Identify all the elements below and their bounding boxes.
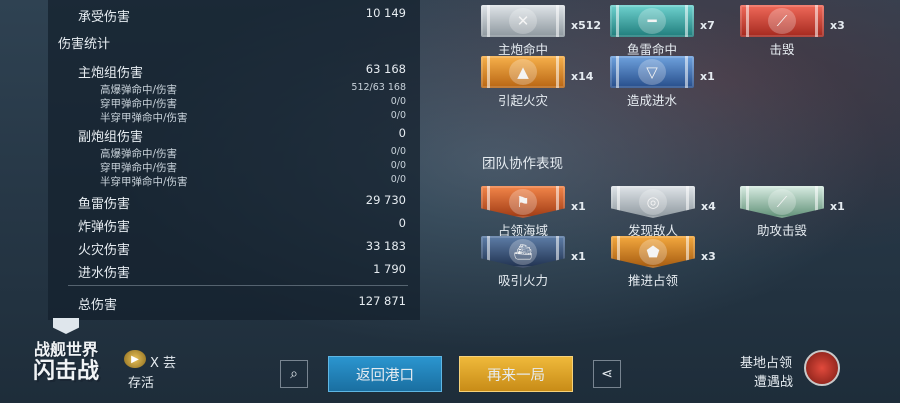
flood-value: 1 790 bbox=[373, 262, 406, 276]
medal-count: x1 bbox=[571, 200, 586, 213]
main-he-row: 高爆弹命中/伤害 512/63 168 bbox=[48, 82, 420, 96]
medal-label: 吸引火力 bbox=[497, 273, 548, 288]
secondary-he-label: 高爆弹命中/伤害 bbox=[100, 148, 178, 160]
share-icon: ⋖ bbox=[601, 366, 613, 382]
logo-line1: 战舰世界 bbox=[33, 340, 98, 359]
fire-label: 火灾伤害 bbox=[78, 243, 131, 258]
medal-label: 造成进水 bbox=[626, 93, 677, 108]
search-button[interactable]: ⌕ bbox=[280, 360, 308, 388]
medal-fire[interactable]: ▲ 引起火灾 x14 bbox=[481, 56, 593, 108]
damage-section-title: 伤害统计 bbox=[58, 37, 111, 52]
player-rank-icon: ▶ bbox=[124, 350, 146, 368]
team-medal-assist[interactable]: ⟋ 助攻击毁 x1 bbox=[740, 186, 845, 238]
fire-row: 火灾伤害 33 183 bbox=[48, 239, 420, 258]
flood-label: 进水伤害 bbox=[78, 266, 131, 281]
secondary-ap-value: 0/0 bbox=[390, 160, 406, 171]
main-ap-row: 穿甲弹命中/伤害 0/0 bbox=[48, 96, 420, 110]
secondary-label: 副炮组伤害 bbox=[78, 130, 144, 145]
logo-emblem-icon bbox=[53, 318, 79, 334]
medal-count: x1 bbox=[571, 250, 586, 263]
medal-label: 推进占领 bbox=[627, 273, 678, 288]
main-battery-row: 主炮组伤害 63 168 bbox=[48, 62, 420, 81]
secondary-value: 0 bbox=[398, 126, 406, 140]
torpedo-value: 29 730 bbox=[365, 193, 406, 207]
main-ap-label: 穿甲弹命中/伤害 bbox=[100, 98, 178, 110]
mode-emblem-icon bbox=[804, 350, 840, 386]
main-ap-value: 0/0 bbox=[390, 96, 406, 107]
received-damage-label: 承受伤害 bbox=[78, 10, 131, 25]
mode-line2: 遭遇战 bbox=[754, 375, 794, 390]
main-sap-value: 0/0 bbox=[390, 110, 406, 121]
medal-torpedo-hit[interactable]: ━ 鱼雷命中 x7 bbox=[610, 5, 715, 57]
medal-flood[interactable]: ▽ 造成进水 x1 bbox=[610, 56, 715, 108]
sinking-ship-icon: ⟋ bbox=[768, 8, 796, 34]
secondary-he-value: 0/0 bbox=[390, 146, 406, 157]
medal-count: x3 bbox=[830, 19, 845, 32]
medal-label: 击毁 bbox=[769, 42, 795, 57]
crossed-shells-icon: ✕ bbox=[509, 8, 537, 34]
main-he-label: 高爆弹命中/伤害 bbox=[100, 84, 178, 96]
main-battery-value: 63 168 bbox=[365, 62, 406, 76]
team-medal-advance-capture[interactable]: ⬟ 推进占领 x3 bbox=[611, 236, 716, 288]
secondary-ap-label: 穿甲弹命中/伤害 bbox=[100, 162, 178, 174]
secondary-sap-label: 半穿甲弹命中/伤害 bbox=[100, 176, 188, 188]
assist-icon: ⟋ bbox=[768, 189, 796, 215]
medal-count: x3 bbox=[701, 250, 716, 263]
flood-icon: ▽ bbox=[638, 59, 666, 85]
main-sap-row: 半穿甲弹命中/伤害 0/0 bbox=[48, 110, 420, 124]
torpedo-icon: ━ bbox=[638, 8, 666, 34]
fire-value: 33 183 bbox=[365, 239, 406, 253]
flag-icon: ⚑ bbox=[509, 189, 537, 215]
search-icon: ⌕ bbox=[290, 366, 298, 382]
medal-label: 引起火灾 bbox=[497, 93, 548, 108]
damage-stats-panel: 承受伤害 10 149 伤害统计 主炮组伤害 63 168 高爆弹命中/伤害 5… bbox=[48, 0, 420, 320]
total-label: 总伤害 bbox=[78, 298, 118, 313]
secondary-sap-row: 半穿甲弹命中/伤害 0/0 bbox=[48, 174, 420, 188]
back-to-port-button[interactable]: 返回港口 bbox=[328, 356, 442, 392]
team-medal-tank[interactable]: ⛴ 吸引火力 x1 bbox=[481, 236, 586, 288]
medal-count: x1 bbox=[830, 200, 845, 213]
total-value: 127 871 bbox=[358, 294, 406, 308]
team-section-title: 团队协作表现 bbox=[482, 156, 563, 172]
ship-icon: ⛴ bbox=[509, 239, 537, 265]
secondary-row: 副炮组伤害 0 bbox=[48, 126, 420, 145]
secondary-sap-value: 0/0 bbox=[390, 174, 406, 185]
bomb-label: 炸弹伤害 bbox=[78, 220, 131, 235]
bomb-value: 0 bbox=[398, 216, 406, 230]
radar-icon: ◎ bbox=[639, 189, 667, 215]
flood-row: 进水伤害 1 790 bbox=[48, 262, 420, 281]
bomb-row: 炸弹伤害 0 bbox=[48, 216, 420, 235]
mode-line1: 基地占领 bbox=[740, 356, 793, 371]
medal-count: x14 bbox=[571, 70, 594, 83]
main-sap-label: 半穿甲弹命中/伤害 bbox=[100, 112, 188, 124]
medal-count: x512 bbox=[571, 19, 602, 32]
capture-icon: ⬟ bbox=[639, 239, 667, 265]
total-divider bbox=[68, 285, 408, 286]
medal-destroyed[interactable]: ⟋ 击毁 x3 bbox=[740, 5, 845, 57]
received-damage-value: 10 149 bbox=[365, 6, 406, 20]
secondary-ap-row: 穿甲弹命中/伤害 0/0 bbox=[48, 160, 420, 174]
medal-label: 助攻击毁 bbox=[756, 223, 807, 238]
medal-count: x7 bbox=[700, 19, 715, 32]
torpedo-row: 鱼雷伤害 29 730 bbox=[48, 193, 420, 212]
total-row: 总伤害 127 871 bbox=[48, 294, 420, 313]
share-button[interactable]: ⋖ bbox=[593, 360, 621, 388]
medal-main-battery-hit[interactable]: ✕ 主炮命中 x512 bbox=[481, 5, 601, 57]
medal-count: x1 bbox=[700, 70, 715, 83]
team-medal-capture-zone[interactable]: ⚑ 占领海域 x1 bbox=[481, 186, 586, 238]
logo-line2: 闪击战 bbox=[32, 359, 99, 384]
main-he-value: 512/63 168 bbox=[351, 82, 406, 93]
play-again-button[interactable]: 再来一局 bbox=[459, 356, 573, 392]
player-name: X 芸 bbox=[150, 356, 177, 371]
torpedo-label: 鱼雷伤害 bbox=[78, 197, 131, 212]
fire-icon: ▲ bbox=[509, 59, 537, 85]
team-medal-spotted[interactable]: ◎ 发现敌人 x4 bbox=[611, 186, 716, 238]
secondary-he-row: 高爆弹命中/伤害 0/0 bbox=[48, 146, 420, 160]
main-battery-label: 主炮组伤害 bbox=[78, 66, 144, 81]
game-logo: 战舰世界 闪击战 bbox=[18, 318, 114, 398]
received-damage-row: 承受伤害 10 149 bbox=[48, 6, 420, 25]
medal-count: x4 bbox=[701, 200, 716, 213]
player-status: 存活 bbox=[128, 376, 155, 391]
